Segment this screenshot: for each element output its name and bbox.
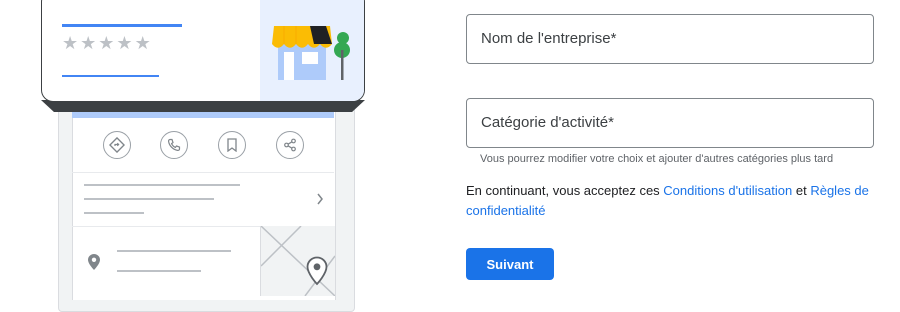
placeholder-line: [84, 198, 214, 200]
directions-icon: [103, 131, 131, 159]
placeholder-line: [117, 250, 231, 252]
location-pin-icon: [88, 254, 100, 270]
terms-and: et: [792, 183, 811, 198]
terms-text: En continuant, vous acceptez ces Conditi…: [466, 181, 886, 221]
chevron-right-icon: [317, 193, 323, 205]
category-hint: Vous pourrez modifier votre choix et ajo…: [480, 153, 834, 165]
rating-stars: ★ ★ ★ ★ ★: [62, 35, 151, 53]
business-category-label: Catégorie d'activité*: [481, 114, 614, 131]
placeholder-line: [117, 270, 201, 272]
terms-prefix: En continuant, vous acceptez ces: [466, 183, 664, 198]
business-card: ★ ★ ★ ★ ★: [41, 0, 365, 102]
star-icon: ★: [80, 33, 97, 54]
share-icon: [276, 131, 304, 159]
business-name-line: [62, 24, 182, 27]
business-profile-illustration: ★ ★ ★ ★ ★: [0, 0, 420, 312]
star-icon: ★: [134, 33, 151, 54]
phone-icon: [160, 131, 188, 159]
storefront-icon: [272, 26, 350, 80]
placeholder-line: [84, 212, 144, 214]
info-row: [72, 172, 334, 227]
business-name-field[interactable]: Nom de l'entreprise*: [466, 14, 874, 64]
business-name-label: Nom de l'entreprise*: [481, 30, 617, 47]
business-detail-line: [62, 75, 159, 77]
bookmark-icon: [218, 131, 246, 159]
map-thumbnail: [260, 226, 335, 296]
action-row: [72, 118, 334, 173]
map-pin-icon: [306, 256, 328, 286]
business-category-field[interactable]: Catégorie d'activité*: [466, 98, 874, 148]
placeholder-line: [84, 184, 240, 186]
star-icon: ★: [98, 33, 115, 54]
star-icon: ★: [62, 33, 79, 54]
terms-of-service-link[interactable]: Conditions d'utilisation: [663, 183, 792, 198]
star-icon: ★: [116, 33, 133, 54]
next-button[interactable]: Suivant: [466, 248, 554, 280]
storefront-panel: [260, 0, 364, 101]
